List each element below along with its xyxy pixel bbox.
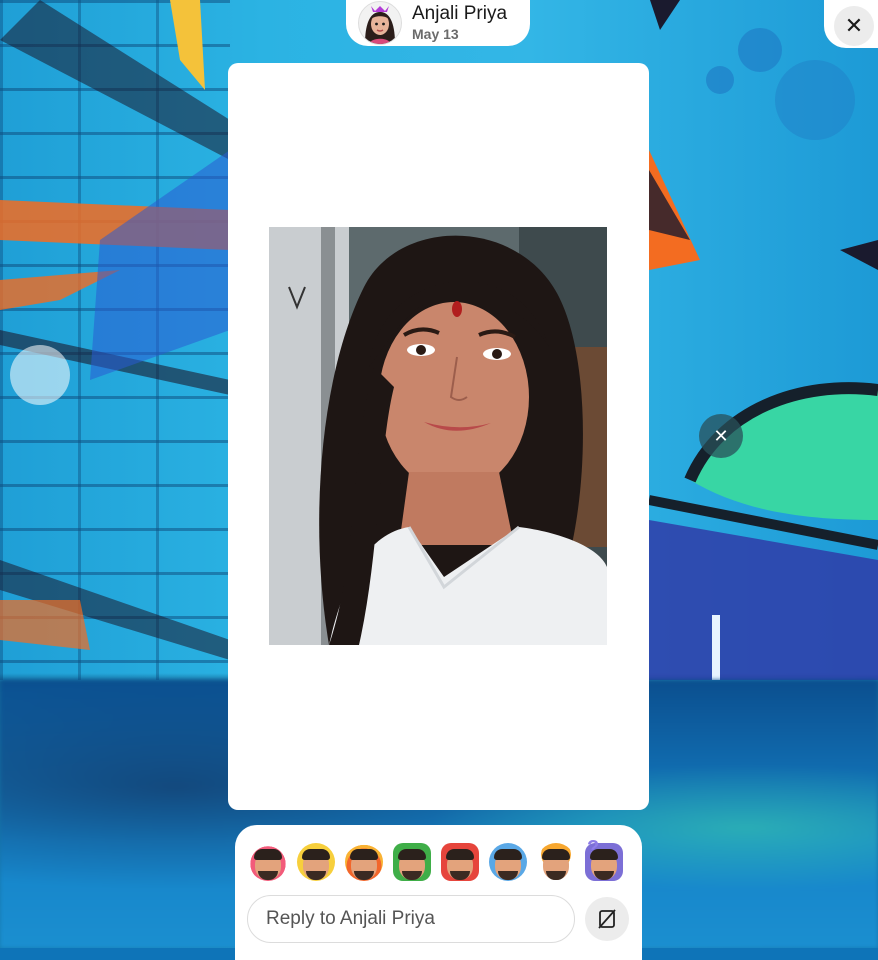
close-story-container: ✕ <box>824 0 878 48</box>
bitmoji-face-icon <box>542 849 570 880</box>
bitmoji-face-icon <box>494 849 522 880</box>
bitmoji-face-icon <box>350 849 378 880</box>
laughing-reaction[interactable] <box>297 843 335 881</box>
story-header[interactable]: Anjali Priya May 13 <box>346 0 530 46</box>
story-card[interactable] <box>228 63 649 810</box>
post-date: May 13 <box>412 25 459 42</box>
story-photo <box>269 227 607 645</box>
close-icon[interactable]: ✕ <box>834 6 874 46</box>
bitmoji-face-icon <box>398 849 426 880</box>
question-reaction[interactable]: ? <box>585 837 623 881</box>
reaction-bar: ? <box>249 837 623 881</box>
mind-blown-reaction[interactable] <box>537 843 575 881</box>
user-meta: Anjali Priya May 13 <box>412 4 507 41</box>
thumbs-up-reaction[interactable] <box>393 843 431 881</box>
bitmoji-face-icon <box>254 849 282 880</box>
bitmoji-avatar-image <box>365 6 395 44</box>
thumbs-down-reaction[interactable] <box>441 843 479 881</box>
bitmoji-face-icon <box>302 849 330 880</box>
bitmoji-face-icon <box>446 849 474 880</box>
heart-eyes-reaction[interactable] <box>249 843 287 881</box>
reply-input[interactable] <box>247 895 575 943</box>
selfie-image <box>269 227 607 645</box>
dismiss-overlay-button[interactable]: ✕ <box>699 414 743 458</box>
reply-panel: ? <box>235 825 642 960</box>
media-button[interactable] <box>585 897 629 941</box>
bitmoji-face-icon <box>590 849 618 880</box>
fire-reaction[interactable] <box>345 843 383 881</box>
user-avatar[interactable] <box>358 1 402 45</box>
sad-reaction[interactable] <box>489 843 527 881</box>
user-name[interactable]: Anjali Priya <box>412 4 507 23</box>
no-media-icon <box>598 909 616 929</box>
